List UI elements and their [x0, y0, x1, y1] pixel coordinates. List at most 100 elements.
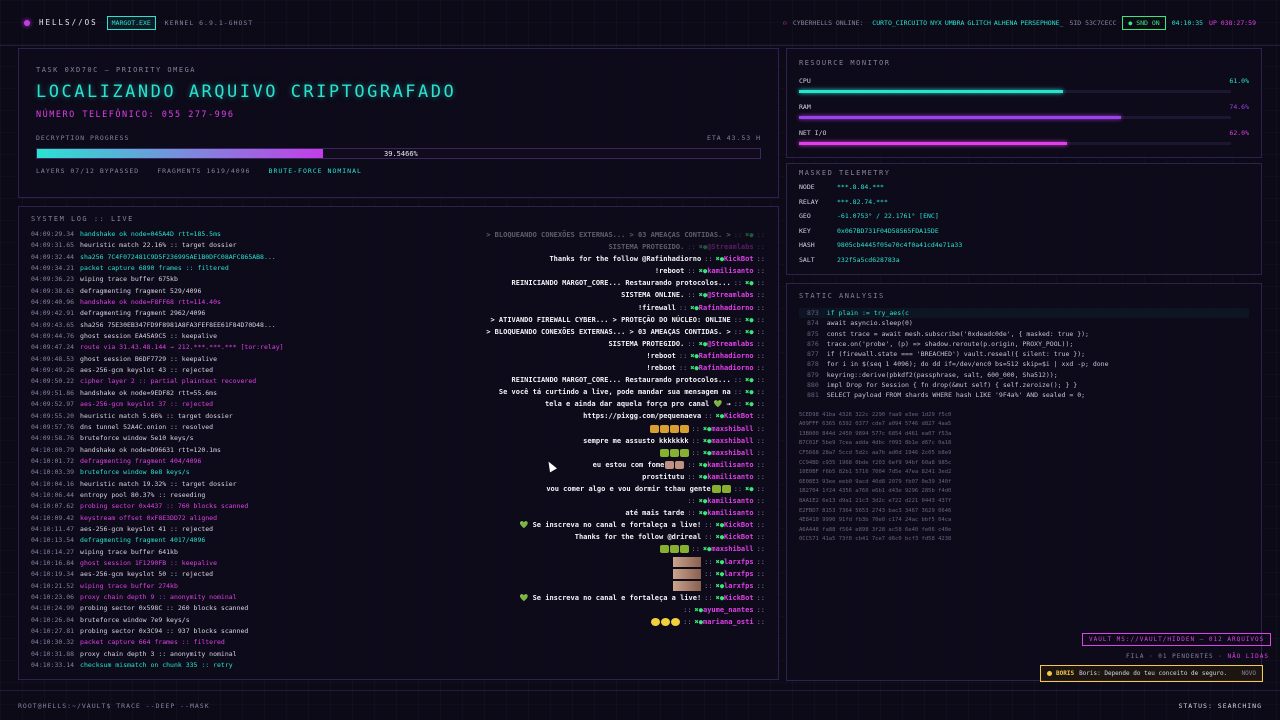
chat-separator: ::: [704, 412, 713, 421]
chat-separator: ::: [733, 327, 743, 336]
chat-message: > BLOQUEANDO CONEXÕES EXTERNAS... > 03 A…: [308, 326, 768, 338]
chat-username[interactable]: Rafinhadiorno: [699, 352, 754, 360]
log-line: 04:10:09.42 keystream offset 0xF8E3DD72 a…: [31, 513, 321, 524]
chat-username[interactable]: kamilisanto: [707, 267, 753, 275]
log-timestamp: 04:10:33.14: [31, 661, 75, 670]
chat-username[interactable]: kamilisanto: [707, 473, 753, 481]
log-line: 04:09:50.22 cipher layer 2 :: partial pla…: [31, 376, 321, 387]
chat-username[interactable]: larxfps: [724, 558, 754, 566]
chat-separator: ::: [756, 618, 765, 626]
chat-username[interactable]: ayume_nantes: [703, 606, 754, 614]
chat-username[interactable]: Rafinhadiorno: [699, 304, 754, 312]
chat-message: !firewall:: ✖●Rafinhadiorno::: [308, 302, 768, 314]
telemetry-value: 0x067BD731F04D58565FDA15DE: [837, 226, 939, 235]
badge-icon: ✖●: [698, 291, 708, 300]
chat-username[interactable]: larxfps: [724, 582, 754, 590]
chat-image: [673, 568, 702, 579]
resource-value: 61.0%: [1229, 77, 1249, 85]
chat-username[interactable]: KickBot: [724, 533, 754, 541]
chat-username[interactable]: kamilisanto: [707, 461, 753, 469]
telemetry-row: RELAY ***.82.74.***: [799, 195, 1249, 210]
log-line: 04:10:31.88 proxy chain depth 3 :: anonym…: [31, 649, 321, 660]
chat-username[interactable]: @Streamlabs: [707, 291, 753, 299]
top-bar: HELLS//OS MARGOT.EXE KERNEL 6.9.1-GHOST …: [0, 0, 1280, 46]
chat-username[interactable]: maxshiball: [711, 425, 753, 433]
log-line: 04:09:36.23 wiping trace buffer 675kb: [31, 274, 321, 285]
sound-toggle[interactable]: ● SND ON: [1122, 15, 1166, 30]
log-line: 04:10:16.84 ghost session 1F1290FB :: kee…: [31, 558, 321, 569]
badge-icon: ✖●: [690, 364, 699, 373]
code-text: if (firewall.state === 'BREACHED') vault…: [826, 350, 1086, 359]
log-text: handshake ok node=D96631 rtt=120.1ms: [80, 445, 221, 454]
notification-toast[interactable]: BORIS Boris: Depende do teu conceito de …: [1040, 665, 1263, 682]
badge-icon: ✖●: [715, 533, 725, 542]
chat-username[interactable]: KickBot: [724, 594, 754, 602]
chat-username[interactable]: maxshiball: [711, 449, 753, 457]
chat-username[interactable]: kamilisanto: [707, 497, 753, 505]
telemetry-row: NODE ***.8.84.***: [799, 180, 1249, 195]
resource-fill: [799, 116, 1122, 119]
badge-icon: ✖●: [698, 472, 708, 481]
chat-username[interactable]: mariana_osti: [703, 618, 754, 626]
sound-label: SND ON: [1136, 18, 1160, 27]
chat-separator: ::: [756, 243, 765, 252]
chat-separator: ::: [733, 484, 743, 493]
log-timestamp: 04:10:13.54: [31, 536, 75, 545]
progress-fill: [37, 149, 323, 158]
chat-separator: ::: [704, 581, 713, 590]
badge-icon: ✖●: [690, 303, 699, 312]
chat-separator: ::: [756, 581, 765, 590]
online-user[interactable]: CURTO_CIRCUITO: [872, 19, 927, 27]
chat-separator: ::: [704, 255, 713, 264]
emote-icon: [661, 618, 671, 626]
online-user[interactable]: GLITCH: [967, 19, 990, 27]
process-tag[interactable]: MARGOT.EXE: [106, 15, 156, 30]
chat-message: Se você tá curtindo a live, pode mandar …: [308, 386, 768, 398]
system-log-panel[interactable]: SYSTEM LOG :: LIVE 04:09:29.34 handshake …: [18, 206, 779, 680]
log-text: bruteforce window 7e9 keys/s: [80, 615, 190, 624]
task-panel: TASK 0XD70C — PRIORITY OMEGA LOCALIZANDO…: [18, 48, 779, 198]
chat-username[interactable]: KickBot: [724, 412, 754, 420]
badge-icon: ✖●: [694, 618, 703, 626]
log-line: 04:10:14.27 wiping trace buffer 641kb: [31, 547, 321, 558]
online-user[interactable]: ALHENA: [994, 19, 1017, 27]
chat-username[interactable]: @Streamlabs: [707, 243, 753, 251]
log-line: 04:09:29.34 handshake ok node=045A4D rtt=…: [31, 229, 321, 240]
chat-message: eu estou com fome:: ✖●kamilisanto::: [308, 459, 768, 471]
chat-username[interactable]: maxshiball: [711, 437, 753, 445]
log-line: 04:09:48.53 ghost session B6DF7729 :: kee…: [31, 354, 321, 365]
chat-username[interactable]: Rafinhadiorno: [699, 364, 754, 372]
emote-icon: [671, 618, 681, 626]
online-user[interactable]: UMBRA: [945, 19, 965, 27]
chat-username[interactable]: @Streamlabs: [707, 340, 753, 348]
chat-text: 💚 Se inscreva no canal e fortaleça a liv…: [519, 593, 702, 602]
log-timestamp: 04:10:27.81: [31, 627, 75, 636]
static-analysis-panel: STATIC ANALYSIS 873 if plain := try_aes(c…: [786, 283, 1262, 681]
log-line: 04:10:26.04 bruteforce window 7e9 keys/s: [31, 615, 321, 626]
badge-icon: ✖●: [745, 315, 754, 324]
chat-username[interactable]: maxshiball: [711, 545, 753, 553]
command-prompt[interactable]: ROOT@HELLS:~/VAULT$ TRACE --DEEP --MASK: [18, 702, 210, 710]
clock: 04:10:35: [1171, 18, 1204, 27]
code-line: 881 SELECT payload FROM shards WHERE hash…: [799, 390, 1249, 400]
uptime: UP 038:27:59: [1209, 18, 1256, 27]
queue-status: FILA · 01 PENDENTES · NÃO LIDAS: [1126, 653, 1269, 660]
chat-username[interactable]: kamilisanto: [707, 509, 753, 517]
badge-icon: ✖●: [745, 400, 754, 409]
vault-link[interactable]: VAULT MS://VAULT/HIDDEN — 012 ARQUIVOS: [1082, 633, 1272, 646]
emote-icon: [669, 448, 679, 457]
log-timestamp: 04:09:51.86: [31, 388, 75, 397]
online-user[interactable]: PERSEPHONE_: [1020, 19, 1063, 27]
code-line: 874 await asyncio.sleep(0): [799, 318, 1249, 328]
resource-label-row: NET I/O 62.0%: [799, 129, 1249, 137]
online-user[interactable]: NYX: [930, 19, 942, 27]
log-timestamp: 04:09:49.26: [31, 366, 75, 375]
chat-username[interactable]: larxfps: [724, 570, 754, 578]
hex-dump-line: 5CED98 41ba 4326 322c 2290 faa9 e3ee 1d2…: [799, 411, 952, 418]
log-text: packet capture 664 frames :: filtered: [80, 638, 225, 647]
line-number: 876: [807, 339, 819, 348]
chat-username[interactable]: KickBot: [724, 521, 754, 529]
chat-username[interactable]: KickBot: [724, 255, 754, 263]
chat-separator: ::: [733, 400, 743, 409]
log-timestamp: 04:10:04.16: [31, 479, 75, 488]
